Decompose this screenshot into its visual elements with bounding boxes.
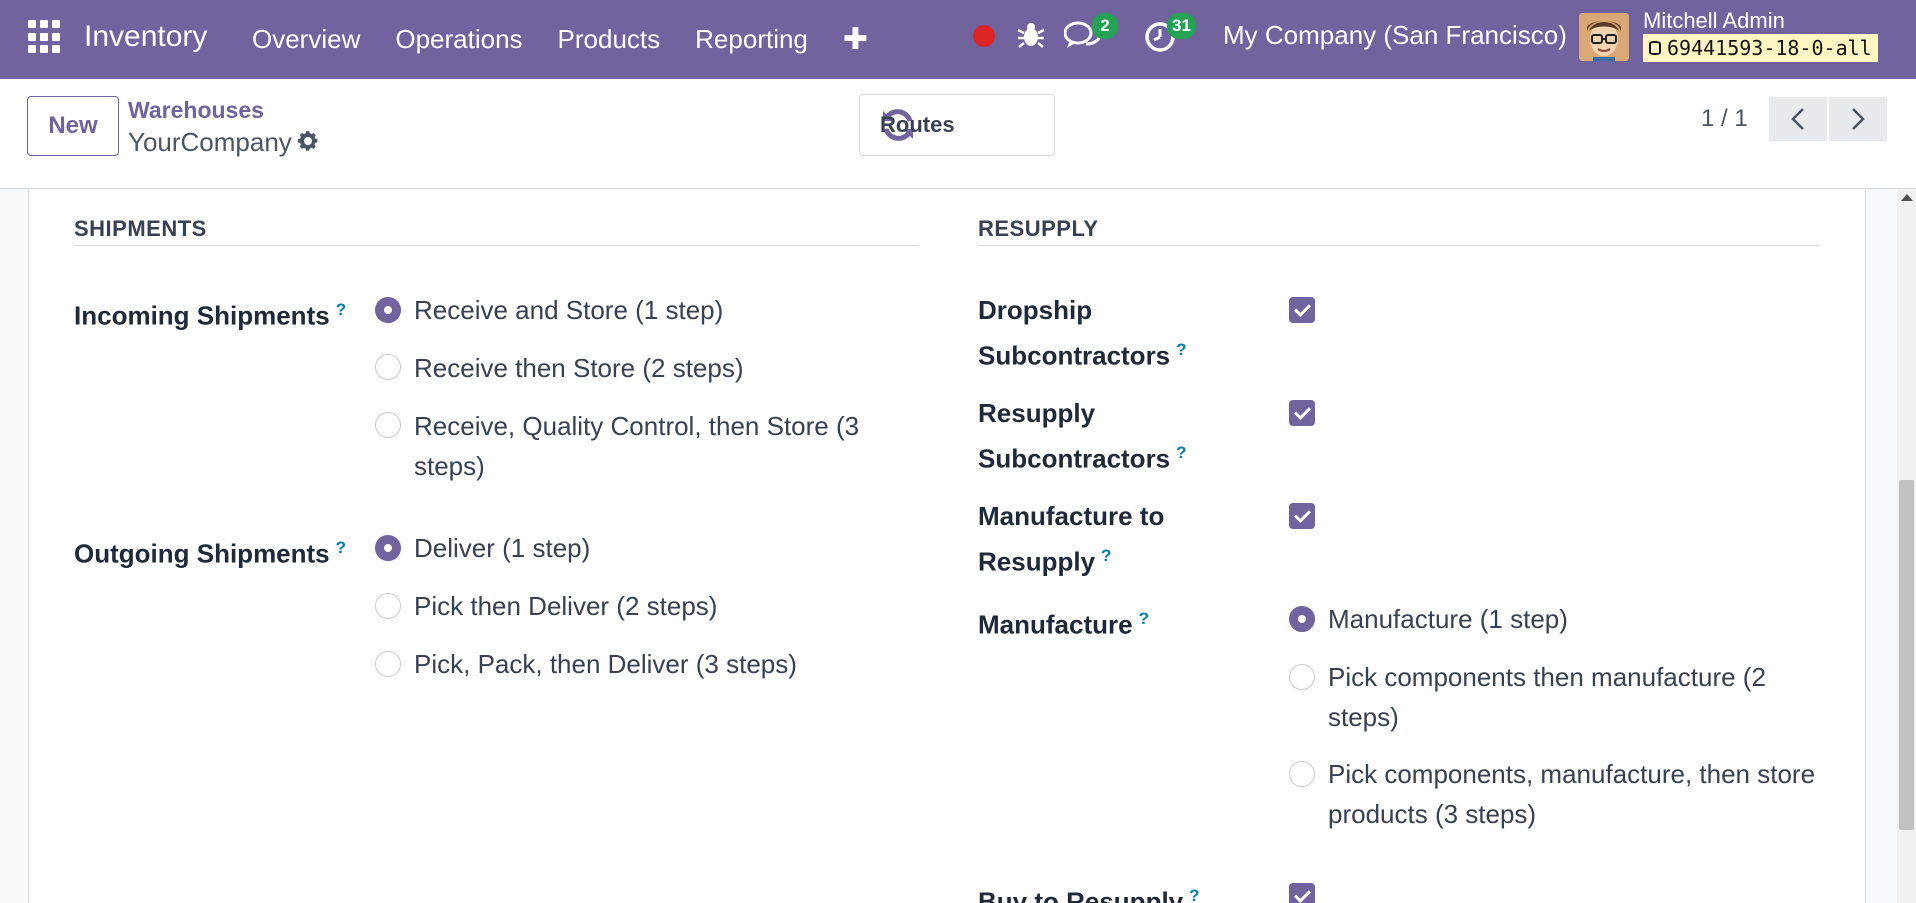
database-icon	[1649, 41, 1661, 55]
manufacture-3-steps-label-wrap[interactable]: products (3 steps)	[1328, 794, 1536, 834]
help-icon[interactable]: ?	[1189, 886, 1199, 903]
incoming-1-step-label[interactable]: Receive and Store (1 step)	[414, 290, 723, 330]
pager-next-button[interactable]	[1829, 97, 1887, 141]
manufacture-to-resupply-label: Manufacture to Resupply?	[978, 501, 1165, 577]
help-icon[interactable]: ?	[1101, 546, 1111, 565]
record-title: YourCompany	[128, 127, 292, 157]
incoming-2-steps-label[interactable]: Receive then Store (2 steps)	[414, 348, 744, 388]
scrollbar-up-arrow[interactable]	[1901, 194, 1913, 201]
incoming-3-steps-radio[interactable]	[375, 412, 401, 438]
breadcrumb-warehouses[interactable]: Warehouses	[128, 97, 264, 124]
chevron-left-icon	[1791, 108, 1804, 130]
resupply-title: RESUPPLY	[978, 216, 1099, 241]
plus-icon[interactable]: ✚	[843, 22, 868, 57]
incoming-2-steps-radio[interactable]	[375, 354, 401, 380]
help-icon[interactable]: ?	[1176, 340, 1186, 359]
chevron-right-icon	[1852, 108, 1865, 130]
company-switcher[interactable]: My Company (San Francisco)	[1223, 20, 1567, 51]
menu-products[interactable]: Products	[558, 24, 661, 55]
database-chip: 69441593-18-0-all	[1643, 34, 1878, 62]
app-name[interactable]: Inventory	[84, 20, 207, 54]
outgoing-3-steps-label[interactable]: Pick, Pack, then Deliver (3 steps)	[414, 644, 797, 684]
pager-previous-button[interactable]	[1769, 97, 1827, 141]
help-icon[interactable]: ?	[1176, 443, 1186, 462]
control-panel: New Warehouses YourCompany Routes 1 / 1	[0, 79, 1916, 189]
buy-to-resupply-checkbox[interactable]	[1289, 883, 1315, 903]
messages-badge: 2	[1092, 13, 1118, 39]
top-navbar: Inventory Overview Operations Products R…	[0, 0, 1916, 79]
outgoing-1-step-radio[interactable]	[375, 535, 401, 561]
menu-overview[interactable]: Overview	[252, 24, 360, 55]
help-icon[interactable]: ?	[336, 538, 346, 557]
activities-badge: 31	[1167, 13, 1196, 39]
manufacture-3-steps-label[interactable]: Pick components, manufacture, then store	[1328, 754, 1815, 794]
pager-value[interactable]: 1 / 1	[1701, 105, 1748, 133]
bug-icon[interactable]	[1017, 20, 1045, 50]
dropship-subcontractors-checkbox[interactable]	[1289, 297, 1315, 323]
help-icon[interactable]: ?	[336, 300, 346, 319]
routes-button[interactable]: Routes	[859, 94, 1055, 156]
database-name: 69441593-18-0-all	[1667, 36, 1872, 60]
new-button[interactable]: New	[27, 96, 119, 156]
incoming-1-step-radio[interactable]	[375, 297, 401, 323]
manufacture-1-step-label[interactable]: Manufacture (1 step)	[1328, 599, 1568, 639]
user-name[interactable]: Mitchell Admin	[1643, 8, 1785, 34]
incoming-3-steps-label-wrap[interactable]: steps)	[414, 446, 485, 486]
outgoing-3-steps-radio[interactable]	[375, 651, 401, 677]
main-menu: Overview Operations Products Reporting ✚	[252, 0, 868, 79]
resupply-divider	[978, 245, 1820, 246]
manufacture-2-steps-radio[interactable]	[1289, 664, 1315, 690]
menu-reporting[interactable]: Reporting	[695, 24, 808, 55]
incoming-3-steps-label[interactable]: Receive, Quality Control, then Store (3	[414, 406, 859, 446]
app-grid-icon[interactable]	[28, 20, 62, 54]
outgoing-shipments-label: Outgoing Shipments?	[74, 538, 347, 569]
manufacture-2-steps-label[interactable]: Pick components then manufacture (2	[1328, 657, 1766, 697]
shipments-title: SHIPMENTS	[74, 216, 207, 241]
menu-operations[interactable]: Operations	[395, 24, 522, 55]
resupply-subcontractors-label: Resupply Subcontractors?	[978, 398, 1187, 474]
manufacture-to-resupply-checkbox[interactable]	[1289, 503, 1315, 529]
outgoing-2-steps-radio[interactable]	[375, 593, 401, 619]
gear-icon[interactable]	[296, 129, 320, 153]
outgoing-2-steps-label[interactable]: Pick then Deliver (2 steps)	[414, 586, 717, 626]
dropship-subcontractors-label: Dropship Subcontractors?	[978, 295, 1187, 371]
outgoing-1-step-label[interactable]: Deliver (1 step)	[414, 528, 590, 568]
incoming-shipments-label: Incoming Shipments?	[74, 300, 347, 331]
manufacture-label: Manufacture?	[978, 609, 1149, 640]
routes-label: Routes	[880, 112, 955, 137]
user-avatar[interactable]	[1579, 13, 1629, 61]
manufacture-3-steps-radio[interactable]	[1289, 761, 1315, 787]
resupply-subcontractors-checkbox[interactable]	[1289, 400, 1315, 426]
scrollbar-thumb[interactable]	[1899, 480, 1914, 830]
manufacture-1-step-radio[interactable]	[1289, 606, 1315, 632]
record-icon[interactable]	[973, 25, 995, 47]
shipments-divider	[74, 245, 919, 246]
manufacture-2-steps-label-wrap[interactable]: steps)	[1328, 697, 1399, 737]
buy-to-resupply-label: Buy to Resupply?	[978, 886, 1200, 903]
help-icon[interactable]: ?	[1139, 609, 1149, 628]
form-sheet: SHIPMENTS Incoming Shipments? Receive an…	[28, 190, 1866, 903]
